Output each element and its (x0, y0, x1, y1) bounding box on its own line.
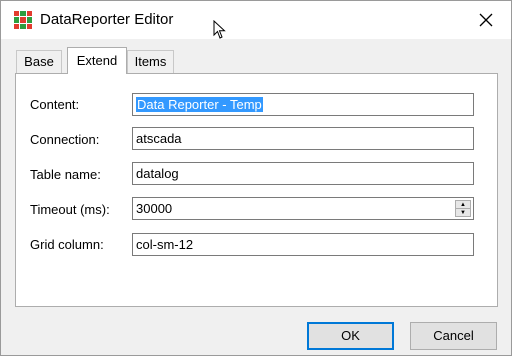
grid-column-label: Grid column: (30, 237, 104, 252)
ok-button[interactable]: OK (307, 322, 394, 350)
content-field[interactable]: Data Reporter - Temp (132, 93, 474, 116)
window-title: DataReporter Editor (40, 11, 174, 28)
cancel-button[interactable]: Cancel (410, 322, 497, 350)
content-label: Content: (30, 97, 80, 112)
grid-app-icon (14, 11, 32, 29)
grid-column-field[interactable]: col-sm-12 (132, 233, 474, 256)
timeout-spinner: ▲ ▼ (455, 200, 471, 217)
tab-base[interactable]: Base (16, 50, 62, 73)
arrow-up-icon[interactable]: ▲ (456, 201, 470, 208)
timeout-value: 30000 (136, 201, 173, 216)
tab-items[interactable]: Items (127, 50, 174, 73)
tab-extend[interactable]: Extend (67, 47, 127, 74)
timeout-label: Timeout (ms): (30, 202, 110, 217)
title-bar[interactable]: DataReporter Editor (1, 1, 511, 39)
connection-field[interactable]: atscada (132, 127, 474, 150)
content-value: Data Reporter - Temp (136, 97, 263, 112)
table-name-label: Table name: (30, 167, 101, 182)
arrow-down-icon[interactable]: ▼ (456, 208, 470, 216)
close-button[interactable] (475, 9, 497, 31)
connection-label: Connection: (30, 132, 100, 147)
table-name-field[interactable]: datalog (132, 162, 474, 185)
dialog-window: DataReporter Editor Base Extend Items Co… (0, 0, 512, 356)
timeout-stepper[interactable]: 30000 ▲ ▼ (132, 197, 474, 220)
mouse-cursor-icon (213, 19, 227, 43)
close-icon (479, 13, 493, 27)
